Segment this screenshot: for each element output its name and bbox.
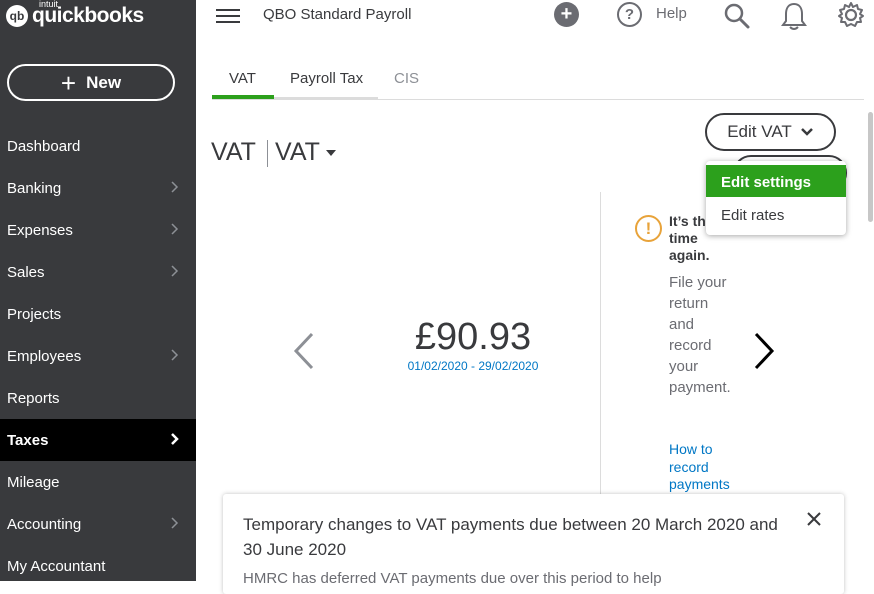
page-title: VAT [211, 138, 256, 166]
chevron-right-icon [171, 349, 179, 361]
sidebar-item-label: Mileage [7, 473, 60, 491]
sidebar-item-banking[interactable]: Banking [0, 167, 196, 209]
tab-payroll-tax[interactable]: Payroll Tax [290, 70, 363, 87]
sidebar-item-label: Employees [7, 347, 82, 365]
tab-track [274, 97, 378, 99]
how-to-record-payments-link[interactable]: How to record payments [669, 441, 739, 494]
notice-body: File your return and record your payment… [669, 274, 731, 396]
quickbooks-logo[interactable]: qb quickbooks intuit [6, 0, 144, 32]
chevron-right-icon [171, 223, 179, 235]
vat-period[interactable]: 01/02/2020 - 29/02/2020 [380, 359, 566, 373]
sidebar-item-label: Dashboard [7, 137, 81, 155]
carousel-next-icon[interactable] [750, 330, 778, 372]
edit-vat-button[interactable]: Edit VAT [705, 113, 836, 151]
sidebar-item-label: Taxes [7, 431, 49, 449]
sidebar-item-expenses[interactable]: Expenses [0, 209, 196, 251]
sidebar: qb quickbooks intuit + New Dashboard Bank… [0, 0, 196, 581]
caret-down-icon [325, 150, 336, 157]
vat-deferral-banner: Temporary changes to VAT payments due be… [223, 494, 844, 594]
sidebar-item-label: Banking [7, 179, 62, 197]
sidebar-item-accounting[interactable]: Accounting [0, 503, 196, 545]
sidebar-item-label: Reports [7, 389, 60, 407]
sidebar-item-label: Projects [7, 305, 62, 323]
edit-vat-label: Edit VAT [727, 122, 792, 141]
close-icon[interactable] [805, 510, 823, 528]
vat-agency-label: VAT [275, 138, 320, 166]
panel-divider [600, 192, 601, 504]
sidebar-item-projects[interactable]: Projects [0, 293, 196, 335]
menu-item-edit-rates[interactable]: Edit rates [721, 207, 784, 224]
tab-cis[interactable]: CIS [394, 70, 419, 87]
chevron-right-icon [171, 517, 179, 529]
notifications-bell-icon[interactable] [781, 1, 807, 31]
plus-icon: + [60, 67, 77, 98]
banner-title: Temporary changes to VAT payments due be… [243, 515, 778, 559]
sidebar-item-taxes[interactable]: Taxes [0, 419, 196, 461]
active-tab-indicator [212, 95, 274, 99]
chevron-right-icon [171, 433, 179, 445]
sidebar-item-label: My Accountant [7, 557, 106, 575]
create-plus-icon[interactable]: + [554, 2, 579, 27]
chevron-down-icon [800, 128, 813, 136]
notice-title: It’s th time again. [669, 213, 710, 263]
sidebar-item-label: Accounting [7, 515, 82, 533]
sidebar-item-mileage[interactable]: Mileage [0, 461, 196, 503]
banner-body: HMRC has deferred VAT payments due over … [243, 570, 662, 587]
sidebar-item-dashboard[interactable]: Dashboard [0, 125, 196, 167]
settings-gear-icon[interactable] [837, 1, 865, 29]
tab-vat[interactable]: VAT [229, 70, 256, 87]
new-button-label: New [86, 72, 122, 92]
sidebar-item-employees[interactable]: Employees [0, 335, 196, 377]
edit-vat-menu: Edit settings Edit rates [706, 161, 846, 235]
help-label[interactable]: Help [656, 5, 687, 22]
intuit-label: intuit [39, 0, 59, 9]
company-name: QBO Standard Payroll [263, 6, 412, 23]
warning-icon: ! [635, 215, 662, 242]
hamburger-menu-icon[interactable] [216, 5, 240, 25]
new-button[interactable]: + New [7, 64, 175, 101]
sidebar-item-label: Sales [7, 263, 45, 281]
title-divider [267, 140, 268, 167]
page-scrollbar[interactable] [868, 112, 873, 222]
chevron-right-icon [171, 265, 179, 277]
sidebar-item-sales[interactable]: Sales [0, 251, 196, 293]
help-icon[interactable]: ? [617, 2, 642, 27]
quickbooks-logo-icon: qb [6, 5, 28, 27]
menu-item-edit-settings[interactable]: Edit settings [706, 165, 846, 197]
vat-amount: £90.93 [414, 316, 532, 358]
search-icon[interactable] [723, 2, 751, 30]
carousel-prev-icon[interactable] [290, 330, 318, 372]
vat-agency-dropdown[interactable]: VAT [275, 138, 336, 167]
sidebar-item-label: Expenses [7, 221, 73, 239]
tax-tabs: VAT Payroll Tax CIS [212, 66, 864, 100]
sidebar-item-reports[interactable]: Reports [0, 377, 196, 419]
chevron-right-icon [171, 181, 179, 193]
